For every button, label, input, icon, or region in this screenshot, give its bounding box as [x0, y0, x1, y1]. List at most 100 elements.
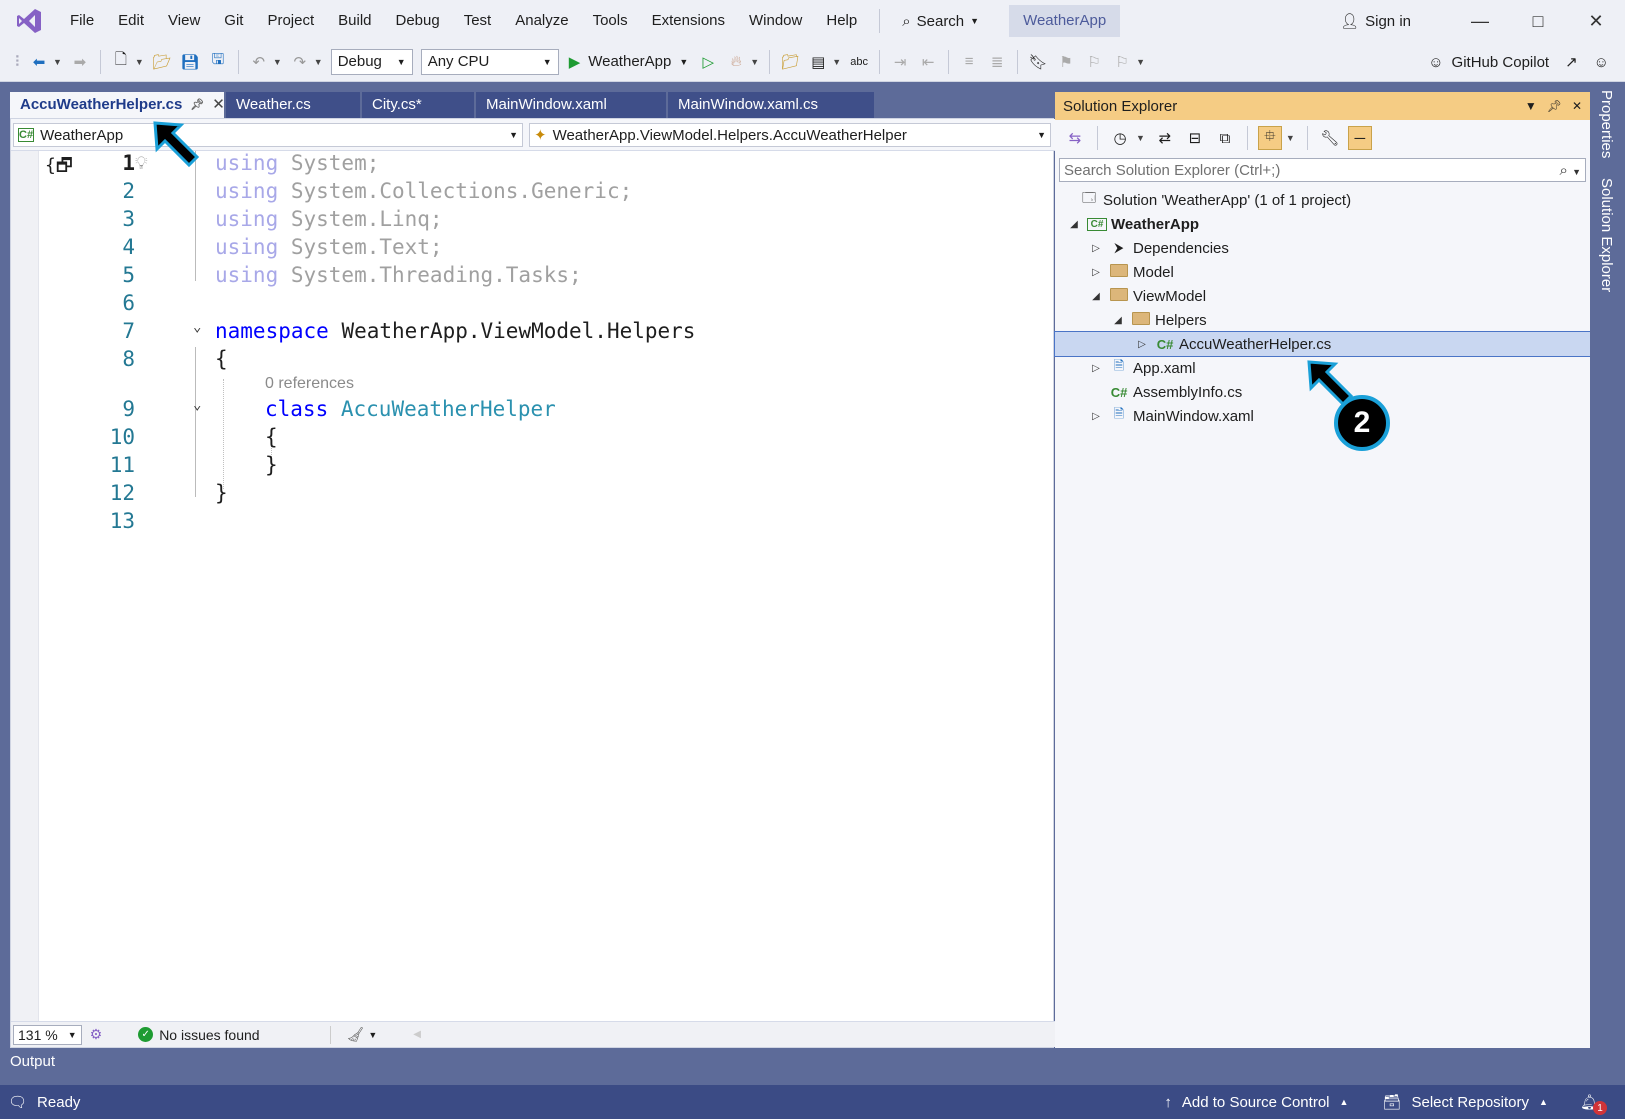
outdent-icon[interactable]: ⇤ [916, 50, 940, 74]
chevron-down-icon[interactable]: ▼ [314, 57, 323, 67]
tab-mainwindow-xaml-cs[interactable]: MainWindow.xaml.cs [668, 92, 874, 118]
preview-selected-icon[interactable]: ─ [1347, 126, 1372, 150]
code-cleanup-icon[interactable]: 🧹︎ [347, 1026, 365, 1043]
search-icon[interactable]: ⌕ ▼ [1560, 162, 1582, 179]
output-panel-tab[interactable]: Output [10, 1053, 55, 1070]
start-debugging-button[interactable]: ▶ WeatherApp ▼ [563, 53, 695, 71]
chevron-down-icon[interactable]: ▼ [1525, 99, 1537, 113]
collapsed-arrow-icon[interactable]: ▷ [1089, 363, 1103, 374]
output-window-icon[interactable]: 🗨︎ [8, 1093, 27, 1111]
collapse-all-icon[interactable]: ⊟ [1183, 126, 1207, 150]
collapse-icon[interactable]: ⌄ [193, 397, 201, 413]
save-all-icon[interactable]: 🖫︎ [206, 50, 230, 74]
close-icon[interactable]: ✕ [212, 92, 225, 118]
collapsed-arrow-icon[interactable]: ▷ [1089, 267, 1103, 278]
properties-wrench-icon[interactable]: 🔧︎ [1318, 126, 1342, 150]
undo-icon[interactable]: ↶ [247, 50, 271, 74]
tree-item-solution[interactable]: 🗔︎ Solution 'WeatherApp' (1 of 1 project… [1055, 188, 1590, 212]
notifications-bell-icon[interactable]: 🔔︎ 1 [1580, 1093, 1607, 1115]
chevron-down-icon[interactable]: ▼ [1136, 133, 1145, 143]
codelens-references[interactable]: 0 references [265, 375, 354, 393]
tab-mainwindow-xaml[interactable]: MainWindow.xaml [476, 92, 666, 118]
start-without-debugging-icon[interactable]: ▷ [696, 50, 720, 74]
solution-explorer-rail-tab[interactable]: Solution Explorer [1598, 178, 1615, 292]
open-folder-icon[interactable]: 📂︎ [150, 50, 174, 74]
clear-bookmarks-icon[interactable]: ⚐ [1110, 50, 1134, 74]
save-icon[interactable]: 💾︎ [178, 50, 202, 74]
menu-analyze[interactable]: Analyze [503, 6, 580, 36]
properties-rail-tab[interactable]: Properties [1598, 90, 1615, 158]
select-repository-button[interactable]: Select Repository [1411, 1094, 1529, 1111]
menu-view[interactable]: View [156, 6, 212, 36]
add-to-source-control-button[interactable]: Add to Source Control [1182, 1094, 1330, 1111]
sync-icon[interactable]: ⇄ [1153, 126, 1177, 150]
share-icon[interactable]: ↗ [1565, 53, 1578, 71]
tab-weather[interactable]: Weather.cs [226, 92, 360, 118]
tree-item-model-folder[interactable]: ▷ Model [1055, 260, 1590, 284]
minimize-button[interactable]: — [1451, 0, 1509, 42]
menu-extensions[interactable]: Extensions [640, 6, 737, 36]
maximize-button[interactable]: □ [1509, 0, 1567, 42]
solution-search-input[interactable]: Search Solution Explorer (Ctrl+;) ⌕ ▼ [1059, 158, 1586, 182]
menu-git[interactable]: Git [212, 6, 255, 36]
collapsed-arrow-icon[interactable]: ▷ [1135, 339, 1149, 350]
spell-check-icon[interactable]: abc [847, 50, 871, 74]
menu-project[interactable]: Project [255, 6, 326, 36]
layout-icon[interactable]: ▤ [806, 50, 830, 74]
feedback-icon[interactable]: ☺ [1594, 54, 1609, 71]
expanded-arrow-icon[interactable]: ◢ [1111, 315, 1125, 326]
hot-reload-icon[interactable]: 🔥︎ [724, 50, 748, 74]
zoom-select[interactable]: 131 % ▼ [13, 1024, 82, 1045]
type-member-select[interactable]: ✦ WeatherApp.ViewModel.Helpers.AccuWeath… [529, 123, 1051, 147]
chevron-down-icon[interactable]: ▼ [368, 1030, 377, 1040]
menu-window[interactable]: Window [737, 6, 814, 36]
collapsed-arrow-icon[interactable]: ▷ [1089, 411, 1103, 422]
issues-label[interactable]: No issues found [159, 1027, 259, 1043]
collapse-icon[interactable]: ⌄ [193, 319, 201, 335]
chevron-down-icon[interactable]: ▼ [135, 57, 144, 67]
expanded-arrow-icon[interactable]: ◢ [1067, 219, 1081, 230]
chevron-up-icon[interactable]: ▲ [1539, 1097, 1548, 1107]
next-bookmark-icon[interactable]: ⚐ [1082, 50, 1106, 74]
close-button[interactable]: ✕ [1567, 0, 1625, 42]
sign-in-button[interactable]: 👤︎ Sign in [1340, 12, 1451, 31]
chevron-down-icon[interactable]: ▼ [53, 57, 62, 67]
redo-icon[interactable]: ↷ [288, 50, 312, 74]
tree-item-helpers-folder[interactable]: ◢ Helpers [1055, 308, 1590, 332]
search-menu[interactable]: ⌕ Search ▼ [890, 13, 991, 30]
solution-platform-select[interactable]: Any CPU ▼ [420, 48, 559, 75]
tree-item-dependencies[interactable]: ▷ ⮞ Dependencies [1055, 236, 1590, 260]
menu-help[interactable]: Help [814, 6, 869, 36]
copilot-status-icon[interactable]: ⚙ [90, 1026, 103, 1043]
menu-debug[interactable]: Debug [384, 6, 452, 36]
pending-changes-icon[interactable]: ◷ [1108, 126, 1132, 150]
scroll-left-icon[interactable]: ◀ [413, 1029, 421, 1040]
indent-icon[interactable]: ⇥ [888, 50, 912, 74]
browse-folder-icon[interactable]: 📁︎ [778, 50, 802, 74]
solution-configuration-select[interactable]: Debug ▼ [330, 48, 413, 75]
tree-item-viewmodel-folder[interactable]: ◢ ViewModel [1055, 284, 1590, 308]
show-all-files-icon[interactable]: ⧉ [1213, 126, 1237, 150]
tab-city[interactable]: City.cs* [362, 92, 474, 118]
tab-accuweatherhelper[interactable]: AccuWeatherHelper.cs 📌︎ ✕ [10, 92, 225, 118]
menu-test[interactable]: Test [452, 6, 504, 36]
tree-item-project[interactable]: ◢ C# WeatherApp [1055, 212, 1590, 236]
expanded-arrow-icon[interactable]: ◢ [1089, 291, 1103, 302]
navigate-back-icon[interactable]: ⬅︎ [27, 50, 51, 74]
chevron-up-icon[interactable]: ▲ [1340, 1097, 1349, 1107]
code-text-area[interactable]: {🗗︎ 💡︎ 1 using System; 2 using System.Co… [39, 121, 1053, 1021]
chevron-down-icon[interactable]: ▼ [832, 57, 841, 67]
comment-icon[interactable]: ≡ [957, 50, 981, 74]
switch-views-icon[interactable]: ⇆ [1063, 126, 1087, 150]
tree-item-accuweatherhelper[interactable]: ▷ C# AccuWeatherHelper.cs [1054, 331, 1591, 357]
chevron-down-icon[interactable]: ▼ [1136, 57, 1145, 67]
github-copilot-button[interactable]: ☺ GitHub Copilot ↗ ☺ [1428, 42, 1609, 82]
filter-icon[interactable]: ⯐ [1257, 126, 1282, 150]
menu-file[interactable]: File [58, 6, 106, 36]
pin-icon[interactable]: 📌︎ [1547, 99, 1562, 113]
new-item-icon[interactable]: 🗋︎ [109, 50, 133, 74]
previous-bookmark-icon[interactable]: ⚑ [1054, 50, 1078, 74]
bookmark-icon[interactable]: 🔖︎ [1026, 50, 1050, 74]
pin-icon[interactable]: 📌︎ [190, 92, 204, 118]
uncomment-icon[interactable]: ≣ [985, 50, 1009, 74]
